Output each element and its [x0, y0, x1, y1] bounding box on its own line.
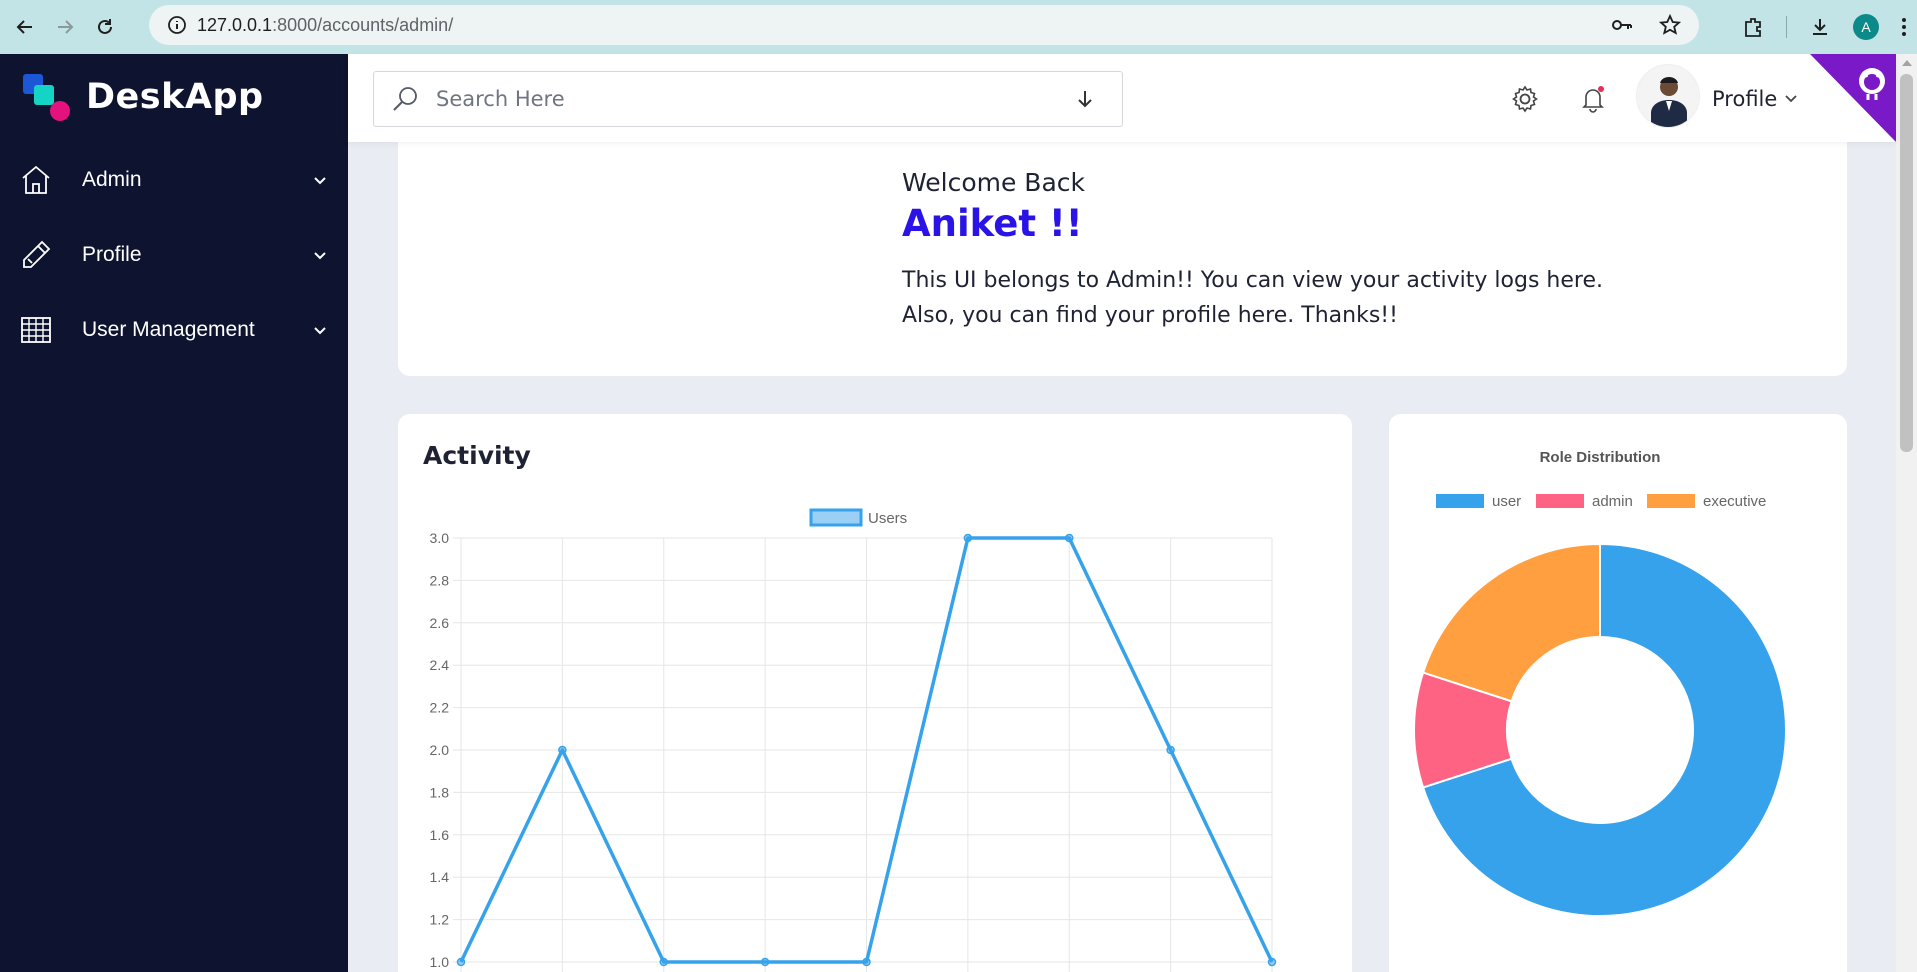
star-icon[interactable]: [1659, 14, 1681, 36]
gear-icon[interactable]: [1510, 84, 1540, 114]
data-point[interactable]: [1267, 957, 1277, 967]
avatar[interactable]: [1636, 64, 1700, 128]
y-tick-label: 1.0: [430, 954, 450, 970]
data-point[interactable]: [558, 745, 567, 755]
back-button[interactable]: [5, 7, 45, 47]
y-tick-label: 1.6: [430, 827, 450, 843]
download-icon[interactable]: [1809, 16, 1831, 38]
arrow-left-icon: [16, 20, 32, 34]
data-point[interactable]: [1166, 745, 1175, 755]
table-icon: [21, 317, 51, 343]
sidebar-item-label: User Management: [82, 318, 255, 341]
sidebar-item-admin[interactable]: Admin: [0, 150, 348, 210]
y-tick-label: 2.6: [430, 615, 450, 631]
reload-icon: [98, 19, 112, 34]
legend-label: admin: [1592, 493, 1633, 510]
chart-title: Role Distribution: [1540, 449, 1661, 466]
legend-swatch-users: [809, 508, 863, 527]
scroll-up-arrow[interactable]: [1902, 60, 1912, 66]
activity-card: Activity Users 3.0 2.8 2.6 2.4 2.2 2.0 1.8 1.6 1.…: [398, 414, 1352, 972]
data-point[interactable]: [1065, 533, 1074, 543]
search-icon: [393, 87, 417, 111]
y-tick-label: 3.0: [430, 530, 450, 546]
welcome-name: Aniket !!: [902, 202, 1083, 245]
toolbar-divider: [1786, 16, 1787, 38]
legend-item-executive[interactable]: executive: [1647, 493, 1766, 510]
arrow-right-icon: [58, 20, 74, 34]
chart-legend: Users: [809, 508, 907, 527]
legend-swatch: [1436, 494, 1484, 508]
welcome-text: This UI belongs to Admin!! You can view …: [902, 268, 1603, 328]
logo-icon: [23, 74, 70, 121]
y-tick-label: 2.4: [430, 657, 450, 673]
chevron-down-icon: [314, 252, 326, 260]
y-tick-label: 1.8: [430, 784, 450, 800]
url-host: 127.0.0.1: [197, 14, 273, 35]
chevron-down-icon: [314, 177, 326, 185]
url-text: 127.0.0.1:8000/accounts/admin/: [197, 15, 453, 36]
home-icon: [22, 165, 50, 194]
search-input[interactable]: [436, 87, 1076, 111]
search-box: [373, 71, 1123, 127]
y-tick-label: 2.2: [430, 700, 450, 716]
menu-dots-icon[interactable]: [1901, 16, 1907, 38]
welcome-card: Welcome Back Aniket !! This UI belongs t…: [398, 138, 1847, 376]
sidebar-item-user-management[interactable]: User Management: [0, 300, 348, 360]
bell-icon[interactable]: [1578, 84, 1608, 114]
sidebar-item-profile[interactable]: Profile: [0, 225, 348, 285]
legend-label: user: [1492, 493, 1521, 510]
user-photo-icon: [1637, 65, 1699, 127]
profile-menu-label[interactable]: Profile: [1712, 87, 1777, 111]
forward-button[interactable]: [45, 7, 85, 47]
top-header: Profile: [348, 54, 1896, 142]
y-tick-label: 1.2: [430, 912, 450, 928]
data-point[interactable]: [963, 533, 973, 543]
github-corner-icon[interactable]: [1810, 54, 1896, 142]
chevron-down-icon: [314, 327, 326, 335]
key-icon[interactable]: [1611, 14, 1633, 36]
sidebar-item-label: Profile: [82, 243, 142, 266]
scrollbar-thumb[interactable]: [1900, 74, 1913, 452]
legend-item-user[interactable]: user: [1436, 493, 1521, 510]
role-distribution-card: Role Distribution user admin executive: [1389, 414, 1847, 972]
brand[interactable]: DeskApp: [22, 72, 264, 122]
brand-name: DeskApp: [86, 77, 264, 117]
pencil-icon: [23, 240, 51, 268]
legend-swatch: [1536, 494, 1584, 508]
slice-executive[interactable]: [1421, 542, 1601, 703]
role-donut-chart: Role Distribution user admin executive: [1413, 449, 1787, 917]
activity-line-chart: Users 3.0 2.8 2.6 2.4 2.2 2.0 1.8 1.6 1.4 1.2 1.0: [430, 508, 1277, 972]
data-point[interactable]: [659, 957, 668, 967]
extensions-icon[interactable]: [1742, 16, 1764, 38]
account-avatar[interactable]: A: [1853, 14, 1879, 40]
y-tick-label: 1.4: [430, 869, 450, 885]
url-path: :8000/accounts/admin/: [272, 14, 454, 35]
sidebar: DeskApp Admin Profile User Management: [0, 54, 348, 972]
data-point[interactable]: [760, 957, 770, 967]
page-scrollbar[interactable]: [1896, 54, 1917, 972]
data-point[interactable]: [862, 957, 871, 967]
reload-button[interactable]: [85, 7, 125, 47]
y-tick-label: 2.8: [430, 572, 450, 588]
legend-swatch: [1647, 494, 1695, 508]
legend-label: executive: [1703, 493, 1766, 510]
data-point[interactable]: [456, 957, 466, 967]
legend-label-users: Users: [868, 510, 907, 527]
y-tick-label: 2.0: [430, 742, 450, 758]
welcome-subtitle: Welcome Back: [902, 168, 1085, 197]
browser-toolbar: 127.0.0.1:8000/accounts/admin/ A: [0, 0, 1917, 54]
arrow-down-icon[interactable]: [1076, 89, 1094, 109]
legend-item-admin[interactable]: admin: [1536, 493, 1633, 510]
address-bar[interactable]: 127.0.0.1:8000/accounts/admin/: [149, 5, 1699, 45]
site-info-icon[interactable]: [157, 15, 197, 35]
chevron-down-icon[interactable]: [1784, 91, 1798, 105]
sidebar-item-label: Admin: [82, 168, 142, 191]
